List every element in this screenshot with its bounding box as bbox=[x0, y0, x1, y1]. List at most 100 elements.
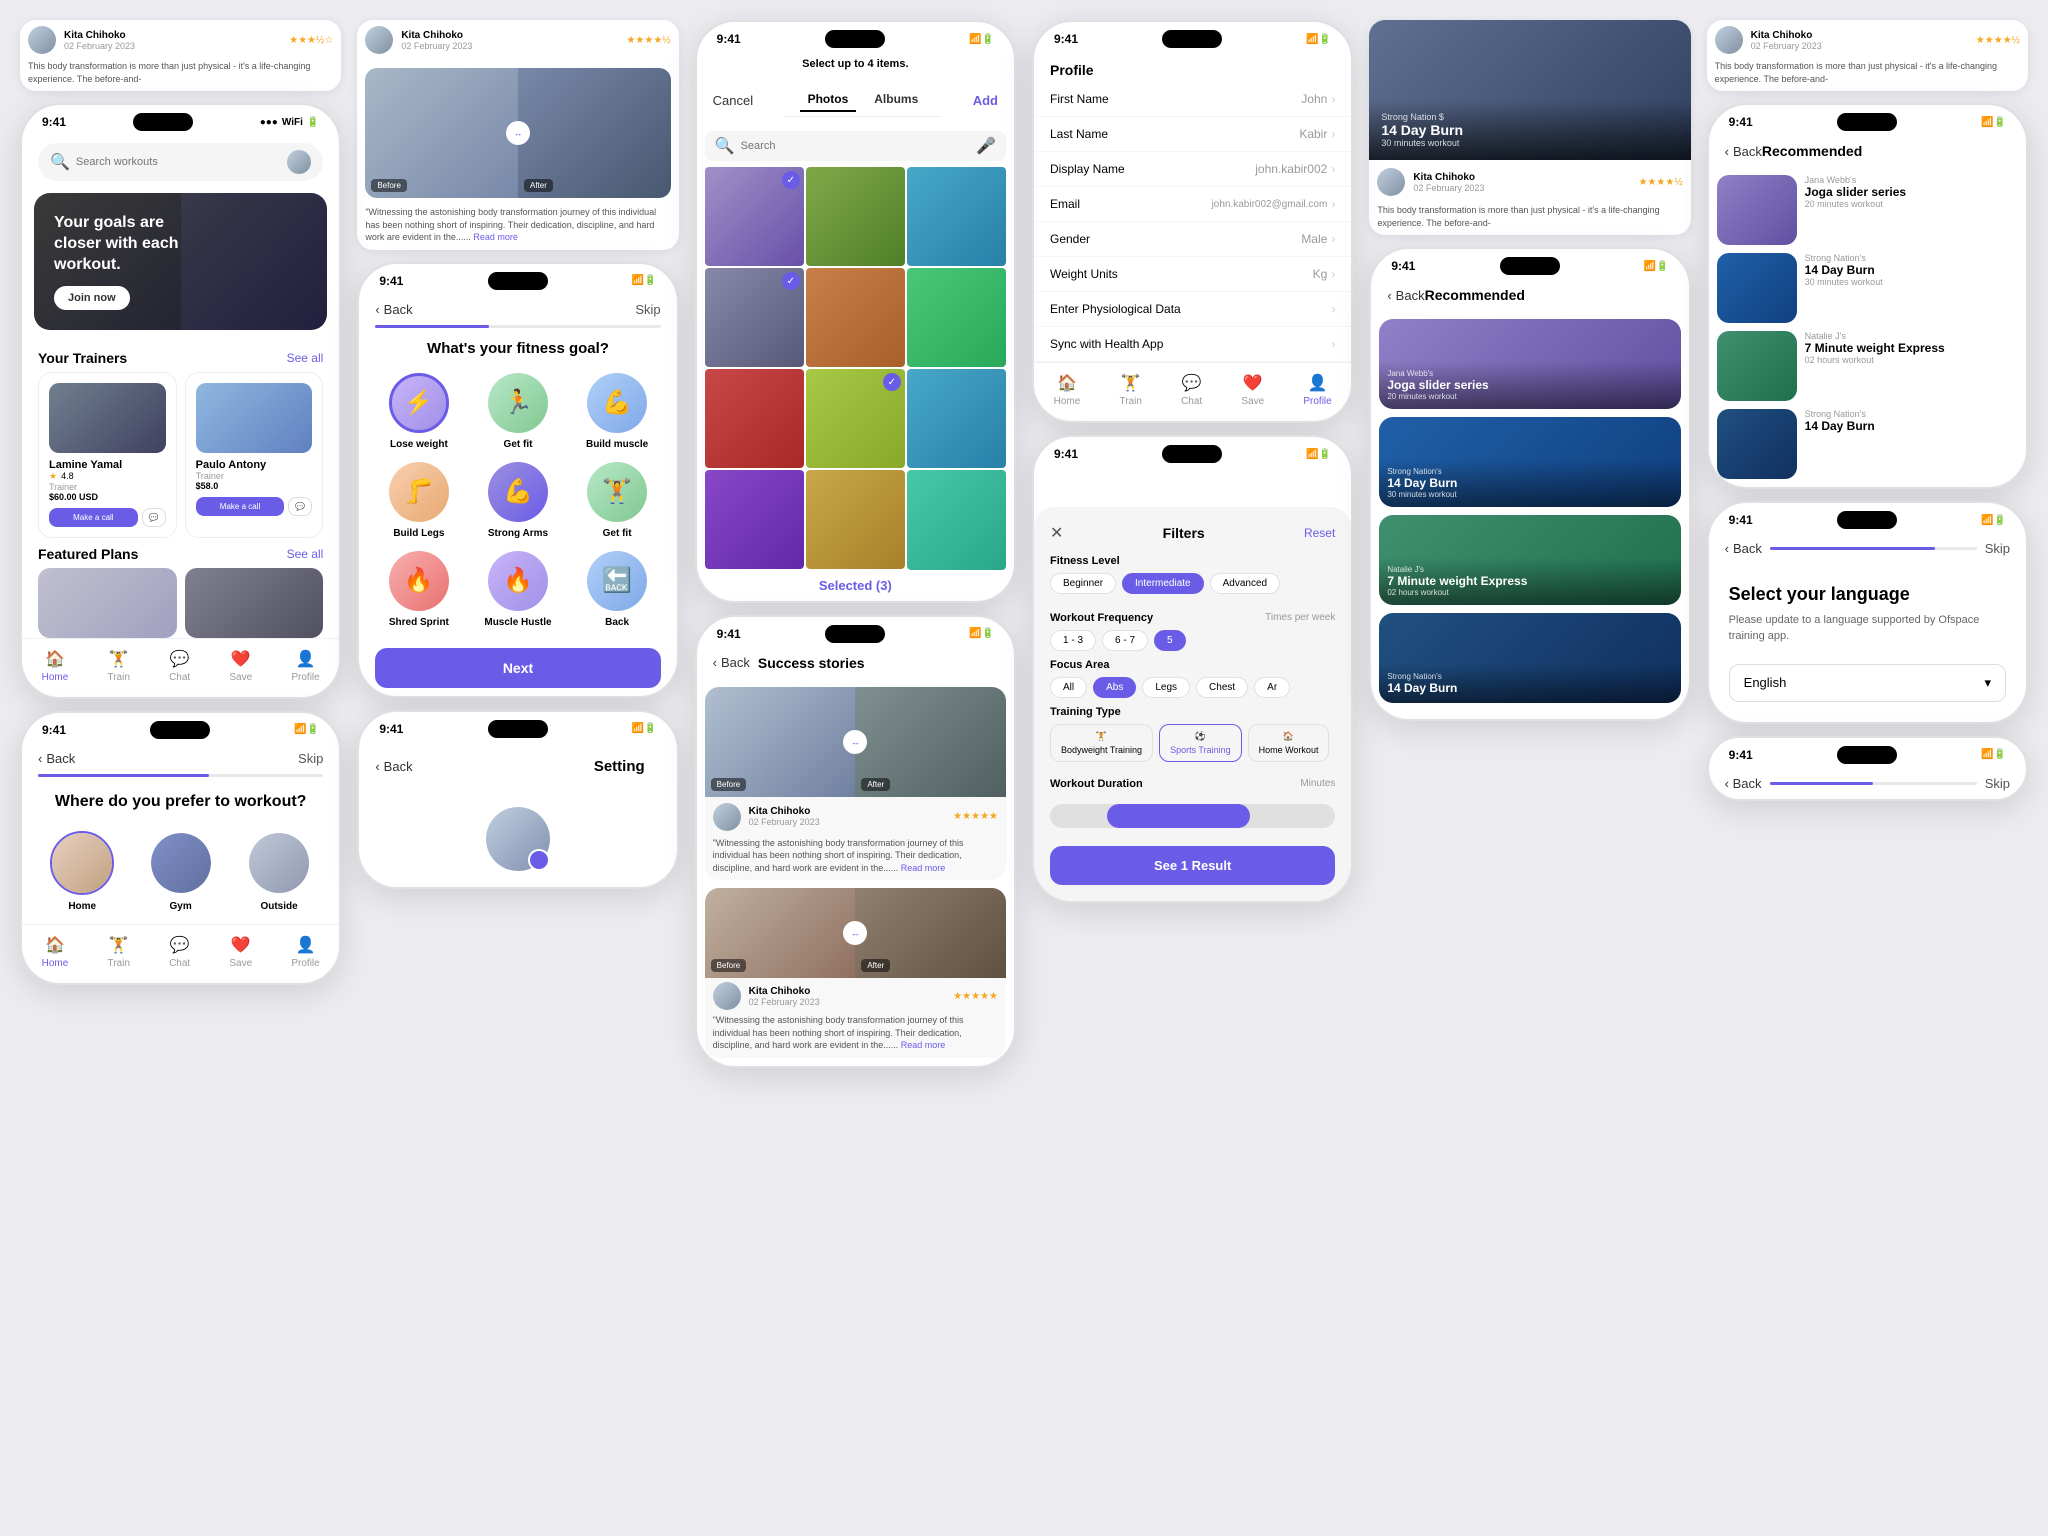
message-btn-1[interactable]: 💬 bbox=[142, 508, 166, 527]
loc-nav-profile[interactable]: 👤 Profile bbox=[291, 935, 319, 969]
chip-intermediate[interactable]: Intermediate bbox=[1122, 573, 1204, 594]
profile-row-lastname[interactable]: Last Name Kabir › bbox=[1034, 117, 1351, 152]
loc-nav-save[interactable]: ❤️ Save bbox=[229, 935, 252, 969]
nav-save[interactable]: ❤️ Save bbox=[229, 649, 252, 683]
rec-card-2[interactable]: Natalie J's 7 Minute weight Express 02 h… bbox=[1379, 515, 1680, 605]
photo-cell-3[interactable] bbox=[907, 167, 1006, 266]
location-skip-btn[interactable]: Skip bbox=[298, 751, 323, 766]
read-more-link[interactable]: Read more bbox=[473, 232, 518, 242]
goal-item-5[interactable]: 🏋️ Get fit bbox=[574, 462, 661, 539]
goal-skip-btn[interactable]: Skip bbox=[635, 302, 660, 317]
location-back-btn[interactable]: ‹ Back bbox=[38, 751, 75, 766]
goal-item-3[interactable]: 🦵 Build Legs bbox=[375, 462, 462, 539]
recw-item-2[interactable]: Natalie J's 7 Minute weight Express 02 h… bbox=[1717, 331, 2018, 401]
prof-nav-profile[interactable]: 👤 Profile bbox=[1303, 373, 1331, 407]
rec-back-btn[interactable]: ‹ Back bbox=[1387, 288, 1424, 303]
goal-item-8[interactable]: 🔙 Back bbox=[574, 551, 661, 628]
goal-item-6[interactable]: 🔥 Shred Sprint bbox=[375, 551, 462, 628]
chip-chest[interactable]: Chest bbox=[1196, 677, 1248, 698]
location-gym[interactable]: Gym bbox=[136, 831, 224, 912]
photo-cell-12[interactable] bbox=[907, 470, 1006, 569]
prof-nav-home[interactable]: 🏠 Home bbox=[1054, 373, 1081, 407]
rec-card-3[interactable]: Strong Nation's 14 Day Burn bbox=[1379, 613, 1680, 703]
goal-item-2[interactable]: 💪 Build muscle bbox=[574, 373, 661, 450]
search-input[interactable] bbox=[76, 156, 281, 168]
nav-home[interactable]: 🏠 Home bbox=[42, 649, 69, 683]
prof-nav-save[interactable]: ❤️ Save bbox=[1241, 373, 1264, 407]
rec-card-1[interactable]: Strong Nation's 14 Day Burn 30 minutes w… bbox=[1379, 417, 1680, 507]
profile-row-weight[interactable]: Weight Units Kg › bbox=[1034, 257, 1351, 292]
photo-cell-11[interactable] bbox=[806, 470, 905, 569]
chip-advanced[interactable]: Advanced bbox=[1210, 573, 1280, 594]
profile-row-displayname[interactable]: Display Name john.kabir002 › bbox=[1034, 152, 1351, 187]
chip-bodyweight[interactable]: 🏋️ Bodyweight Training bbox=[1050, 724, 1153, 762]
profile-row-email[interactable]: Email john.kabir002@gmail.com › bbox=[1034, 187, 1351, 222]
add-btn[interactable]: Add bbox=[973, 93, 998, 108]
goal-item-4[interactable]: 💪 Strong Arms bbox=[474, 462, 561, 539]
goal-back-btn[interactable]: ‹ Back bbox=[375, 302, 412, 317]
setting-back-btn[interactable]: ‹ Back bbox=[375, 759, 412, 774]
nav-chat[interactable]: 💬 Chat bbox=[169, 649, 190, 683]
photos-tab[interactable]: Photos bbox=[800, 88, 857, 112]
make-call-btn-1[interactable]: Make a call bbox=[49, 508, 138, 527]
chip-freq-2[interactable]: 6 - 7 bbox=[1102, 630, 1148, 651]
photo-cell-2[interactable] bbox=[806, 167, 905, 266]
chip-ar[interactable]: Ar bbox=[1254, 677, 1290, 698]
photo-search-input[interactable] bbox=[741, 140, 971, 152]
photo-cell-7[interactable] bbox=[705, 369, 804, 468]
recw-back-btn[interactable]: ‹ Back bbox=[1725, 144, 1762, 159]
lang-skip-btn[interactable]: Skip bbox=[1985, 541, 2010, 556]
loc-nav-train[interactable]: 🏋️ Train bbox=[107, 935, 129, 969]
make-call-btn-2[interactable]: Make a call bbox=[196, 497, 285, 516]
goal-item-7[interactable]: 🔥 Muscle Hustle bbox=[474, 551, 561, 628]
chip-all[interactable]: All bbox=[1050, 677, 1087, 698]
message-btn-2[interactable]: 💬 bbox=[288, 497, 312, 516]
loc-nav-chat[interactable]: 💬 Chat bbox=[169, 935, 190, 969]
see-result-btn[interactable]: See 1 Result bbox=[1050, 846, 1335, 885]
chip-beginner[interactable]: Beginner bbox=[1050, 573, 1116, 594]
mic-icon[interactable]: 🎤 bbox=[976, 136, 996, 156]
loc-nav-home[interactable]: 🏠 Home bbox=[42, 935, 69, 969]
nav-profile[interactable]: 👤 Profile bbox=[291, 649, 319, 683]
chip-home-workout[interactable]: 🏠 Home Workout bbox=[1248, 724, 1330, 762]
duration-slider-track[interactable] bbox=[1050, 804, 1335, 828]
profile-row-firstname[interactable]: First Name John › bbox=[1034, 82, 1351, 117]
nav-train[interactable]: 🏋️ Train bbox=[107, 649, 129, 683]
albums-tab[interactable]: Albums bbox=[866, 88, 926, 112]
plan-card-1[interactable] bbox=[38, 568, 177, 638]
trainers-see-all[interactable]: See all bbox=[287, 351, 324, 365]
story1-read-more[interactable]: Read more bbox=[901, 863, 946, 873]
photo-cell-1[interactable]: ✓ bbox=[705, 167, 804, 266]
story2-read-more[interactable]: Read more bbox=[901, 1040, 946, 1050]
prof-nav-train[interactable]: 🏋️ Train bbox=[1119, 373, 1141, 407]
profile-row-physio[interactable]: Enter Physiological Data › bbox=[1034, 292, 1351, 327]
photo-cell-5[interactable] bbox=[806, 268, 905, 367]
join-button[interactable]: Join now bbox=[54, 286, 130, 310]
chip-freq-1[interactable]: 1 - 3 bbox=[1050, 630, 1096, 651]
user-avatar[interactable] bbox=[287, 150, 311, 174]
photo-cell-6[interactable] bbox=[907, 268, 1006, 367]
lang-select[interactable]: English ▾ bbox=[1729, 664, 2006, 702]
location-home[interactable]: Home bbox=[38, 831, 126, 912]
filters-reset-btn[interactable]: Reset bbox=[1304, 526, 1335, 540]
cancel-btn[interactable]: Cancel bbox=[713, 93, 753, 108]
rec-card-0[interactable]: Jana Webb's Joga slider series 20 minute… bbox=[1379, 319, 1680, 409]
goal-item-1[interactable]: 🏃 Get fit bbox=[474, 373, 561, 450]
extra-back-btn[interactable]: ‹ Back bbox=[1725, 776, 1762, 791]
photo-cell-10[interactable] bbox=[705, 470, 804, 569]
chip-abs[interactable]: Abs bbox=[1093, 677, 1136, 698]
next-button[interactable]: Next bbox=[375, 648, 660, 688]
chip-sports[interactable]: ⚽ Sports Training bbox=[1159, 724, 1242, 762]
photo-cell-4[interactable]: ✓ bbox=[705, 268, 804, 367]
photo-cell-8[interactable]: ✓ bbox=[806, 369, 905, 468]
photo-cell-9[interactable] bbox=[907, 369, 1006, 468]
extra-skip-btn[interactable]: Skip bbox=[1985, 776, 2010, 791]
profile-row-sync[interactable]: Sync with Health App › bbox=[1034, 327, 1351, 362]
stories-back-btn[interactable]: ‹ Back bbox=[713, 655, 750, 670]
plans-see-all[interactable]: See all bbox=[287, 547, 324, 561]
recw-item-1[interactable]: Strong Nation's 14 Day Burn 30 minutes w… bbox=[1717, 253, 2018, 323]
recw-item-0[interactable]: Jana Webb's Joga slider series 20 minute… bbox=[1717, 175, 2018, 245]
location-outside[interactable]: Outside bbox=[235, 831, 323, 912]
goal-item-0[interactable]: ⚡ Lose weight bbox=[375, 373, 462, 450]
prof-nav-chat[interactable]: 💬 Chat bbox=[1181, 373, 1202, 407]
